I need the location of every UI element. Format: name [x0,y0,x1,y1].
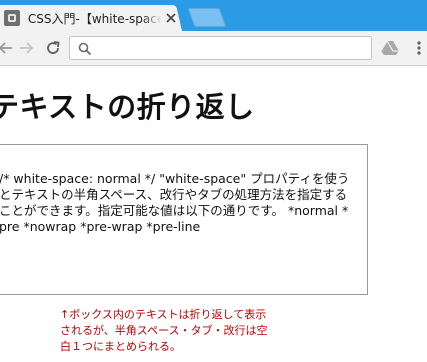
address-bar[interactable] [69,36,372,60]
page-title: テキストの折り返し [0,90,255,124]
forward-arrow-icon[interactable] [18,39,36,57]
menu-icon[interactable] [412,39,426,57]
search-icon [78,41,92,60]
address-input[interactable] [100,39,364,59]
tab-active[interactable]: CSS入門-【white-space】テキストの折り返し [0,5,178,31]
browser-window: CSS入門-【white-space】テキストの折り返し [0,0,427,362]
new-tab-button[interactable] [187,8,227,27]
toolbar [0,31,427,66]
extension-icon[interactable] [380,39,402,57]
demo-box: /* white-space: normal */ "white-space" … [0,144,368,295]
favicon-icon [4,10,20,26]
annotation-note: ↑ボックス内のテキストは折り返して表示されるが、半角スペース・タブ・改行は空白１… [60,308,268,353]
close-icon[interactable] [164,11,178,25]
reload-icon[interactable] [44,39,62,57]
demo-text: /* white-space: normal */ "white-space" … [0,171,350,234]
back-arrow-icon[interactable] [0,39,14,57]
tab-strip: CSS入門-【white-space】テキストの折り返し [0,0,427,31]
tab-title: CSS入門-【white-space】テキストの折り返し [27,11,163,26]
page-content: テキストの折り返し /* white-space: normal */ "whi… [0,66,427,362]
